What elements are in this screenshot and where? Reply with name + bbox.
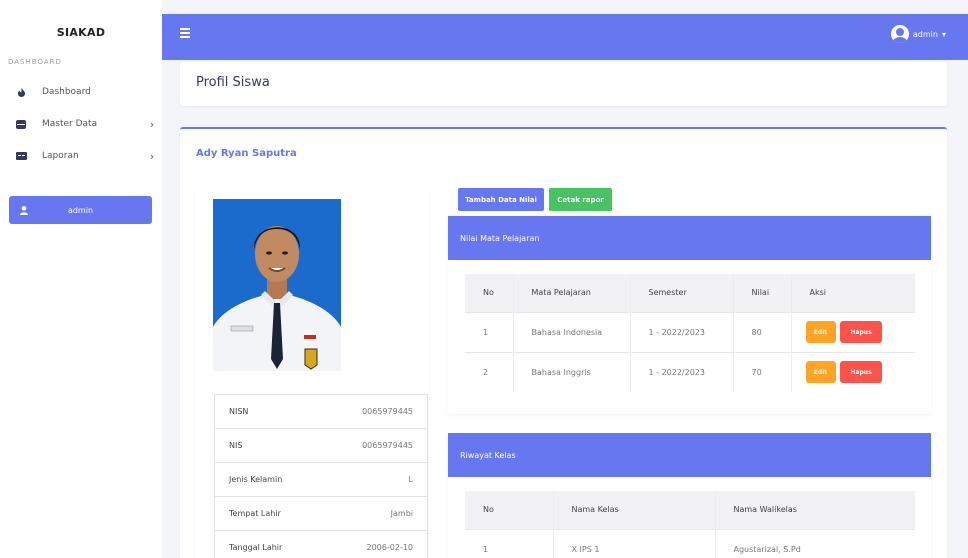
column-header: Semester — [629, 274, 733, 312]
cell-teacher: Agustarizal, S.Pd — [714, 528, 915, 558]
info-row-gender: Jenis Kelamin L — [213, 462, 428, 497]
delete-button[interactable]: Hapus — [840, 321, 883, 343]
student-info-card: NISN 0065979445 NIS 0065979445 Jenis Kel… — [196, 189, 428, 558]
grades-table: No Mata Pelajaran Semester Nilai Aksi 1 … — [465, 274, 915, 392]
avatar — [890, 25, 909, 43]
student-info-table: NISN 0065979445 NIS 0065979445 Jenis Kel… — [213, 394, 428, 558]
class-history-card: Riwayat Kelas No Nama Kelas Nama Walikel… — [448, 433, 931, 558]
chevron-right-icon: › — [149, 149, 155, 163]
grades-card: Nilai Mata Pelajaran No Mata Pelajaran S… — [448, 216, 931, 414]
user-icon — [9, 205, 39, 215]
student-profile-card: Ady Ryan Saputra NISN 0065979445 NIS 006… — [180, 127, 947, 558]
info-label: NIS — [213, 428, 323, 463]
grades-card-title: Nilai Mata Pelajaran — [448, 216, 931, 260]
sidebar-item-dashboard[interactable]: Dashboard — [0, 81, 162, 103]
page-header: Profil Siswa — [180, 62, 947, 106]
add-grade-button[interactable]: Tambah Data Nilai — [458, 188, 544, 211]
chevron-right-icon: › — [149, 117, 155, 131]
info-value: L — [322, 462, 428, 497]
cell-no: 2 — [465, 351, 513, 392]
cell-subject: Bahasa Inggris — [512, 351, 630, 392]
sidebar-item-label: Dashboard — [42, 87, 91, 97]
user-name: admin — [912, 29, 938, 39]
cell-subject: Bahasa Indonesia — [512, 311, 630, 352]
cell-class: X IPS 1 — [552, 528, 715, 558]
info-label: Jenis Kelamin — [213, 462, 323, 497]
info-value: 0065979445 — [322, 394, 428, 429]
student-name: Ady Ryan Saputra — [196, 148, 297, 159]
column-header: Nama Walikelas — [714, 491, 915, 529]
info-value: 2006-02-10 — [322, 530, 428, 558]
user-dropdown[interactable]: admin ▾ — [890, 25, 946, 43]
table-row: 1 X IPS 1 Agustarizal, S.Pd — [465, 528, 915, 558]
top-navbar: admin ▾ — [162, 14, 968, 60]
info-row-birthdate: Tanggal Lahir 2006-02-10 — [213, 530, 428, 558]
class-history-header-row: No Nama Kelas Nama Walikelas — [465, 491, 915, 529]
column-header: No — [465, 491, 553, 529]
edit-button[interactable]: Edit — [805, 321, 836, 343]
info-label: Tanggal Lahir — [213, 530, 323, 558]
cell-semester: 1 - 2022/2023 — [629, 351, 733, 392]
class-history-title: Riwayat Kelas — [448, 433, 931, 477]
sidebar-item-laporan[interactable]: Laporan › — [0, 145, 162, 167]
cell-score: 70 — [732, 351, 791, 392]
info-value: 0065979445 — [322, 428, 428, 463]
cell-score: 80 — [732, 311, 791, 352]
hamburger-menu-icon[interactable] — [180, 28, 190, 40]
sidebar: SIAKAD DASHBOARD Dashboard Master Data ›… — [0, 0, 162, 558]
brand-logo[interactable]: SIAKAD — [0, 26, 162, 39]
column-header: No — [465, 274, 513, 312]
caret-down-icon: ▾ — [941, 29, 946, 39]
sidebar-user-button[interactable]: admin — [9, 196, 152, 224]
cell-actions: Edit Hapus — [790, 351, 915, 392]
student-photo — [213, 199, 341, 371]
info-label: Tempat Lahir — [213, 496, 323, 531]
column-header: Nilai — [732, 274, 791, 312]
cell-actions: Edit Hapus — [790, 311, 915, 352]
sidebar-item-master-data[interactable]: Master Data › — [0, 113, 162, 135]
sidebar-heading: DASHBOARD — [8, 58, 62, 66]
info-value: Jambi — [322, 496, 428, 531]
info-label: NISN — [213, 394, 323, 429]
table-row: 1 Bahasa Indonesia 1 - 2022/2023 80 Edit… — [465, 311, 915, 352]
info-row-nis: NIS 0065979445 — [213, 428, 428, 463]
column-header: Mata Pelajaran — [512, 274, 630, 312]
sidebar-item-label: Laporan — [42, 151, 79, 161]
sidebar-item-label: Master Data — [42, 119, 98, 129]
info-row-birthplace: Tempat Lahir Jambi — [213, 496, 428, 531]
column-header: Nama Kelas — [552, 491, 715, 529]
column-header: Aksi — [790, 274, 915, 312]
table-row: 2 Bahasa Inggris 1 - 2022/2023 70 Edit H… — [465, 351, 915, 392]
cell-no: 1 — [465, 528, 553, 558]
cell-semester: 1 - 2022/2023 — [629, 311, 733, 352]
database-icon — [6, 119, 36, 129]
grades-header-row: No Mata Pelajaran Semester Nilai Aksi — [465, 274, 915, 312]
class-history-table: No Nama Kelas Nama Walikelas 1 X IPS 1 A… — [465, 491, 915, 558]
delete-button[interactable]: Hapus — [840, 361, 883, 384]
cell-no: 1 — [465, 311, 513, 352]
info-row-nisn: NISN 0065979445 — [213, 394, 428, 429]
print-report-button[interactable]: Cetak rapor — [549, 188, 612, 211]
report-icon — [6, 152, 36, 160]
fire-icon — [6, 87, 36, 97]
sidebar-user-label: admin — [67, 205, 94, 215]
edit-button[interactable]: Edit — [805, 361, 836, 384]
page-title: Profil Siswa — [196, 75, 270, 90]
